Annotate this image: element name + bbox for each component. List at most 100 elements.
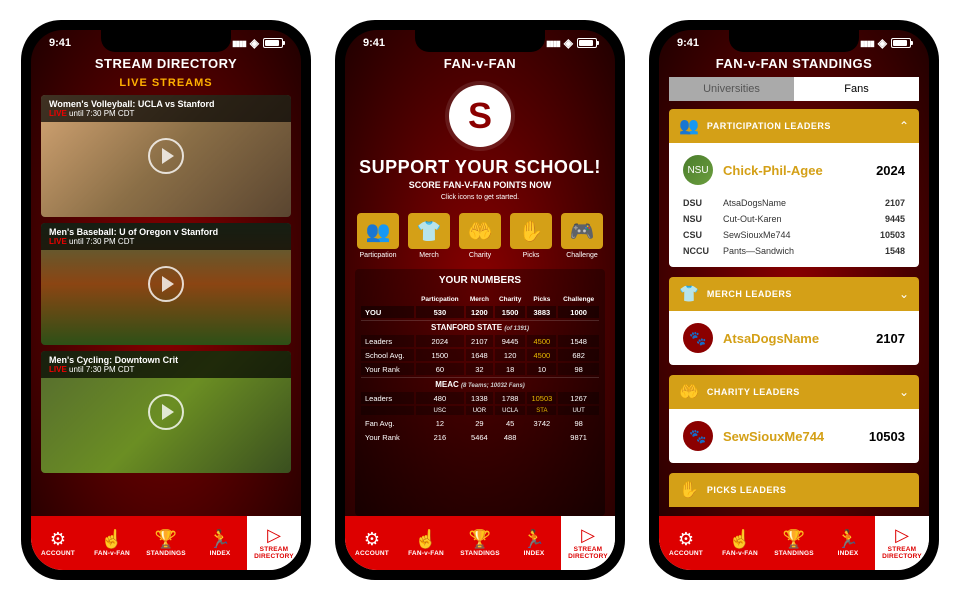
leader-body: NSU Chick-Phil-Agee 2024 DSUAtsaDogsName… <box>669 143 919 267</box>
play-icon[interactable] <box>148 138 184 174</box>
play-icon: ▷ <box>895 526 909 544</box>
phone-frame-3: 9:41 FAN-v-FAN STANDINGS Universities Fa… <box>649 20 939 580</box>
trophy-icon: 🏆 <box>469 530 491 548</box>
play-icon[interactable] <box>148 394 184 430</box>
nav-fanvfan[interactable]: ☝FAN-v-FAN <box>713 516 767 570</box>
avatar: 🐾 <box>683 323 713 353</box>
live-indicator: LIVE <box>49 109 67 118</box>
status-time: 9:41 <box>677 37 699 49</box>
category-participation[interactable]: 👥 Particpation <box>355 213 401 259</box>
numbers-section: YOUR NUMBERS Particpation Merch Charity … <box>355 269 605 516</box>
phone-frame-1: 9:41 STREAM DIRECTORY LIVE STREAMS Women… <box>21 20 311 580</box>
standings-list[interactable]: 👥 PARTICIPATION LEADERS ⌃ NSU Chick-Phil… <box>669 109 919 516</box>
status-time: 9:41 <box>49 37 71 49</box>
nav-account[interactable]: ⚙ACCOUNT <box>31 516 85 570</box>
nav-fanvfan[interactable]: ☝FAN-v-FAN <box>85 516 139 570</box>
stream-card-baseball[interactable]: Men's Baseball: U of Oregon v Stanford L… <box>41 223 291 345</box>
signal-icon <box>546 37 560 49</box>
phone-frame-2: 9:41 FAN-v-FAN S SUPPORT YOUR SCHOOL! SC… <box>335 20 625 580</box>
nav-standings[interactable]: 🏆STANDINGS <box>139 516 193 570</box>
numbers-table: Particpation Merch Charity Picks Challen… <box>359 292 601 445</box>
nav-account[interactable]: ⚙ACCOUNT <box>345 516 399 570</box>
leader-score: 2107 <box>876 331 905 346</box>
nav-label: STANDINGS <box>774 550 814 557</box>
bottom-nav: ⚙ACCOUNT ☝FAN-v-FAN 🏆STANDINGS 🏃INDEX ▷ S… <box>345 516 615 570</box>
table-row: School Avg.150016481204500682 <box>361 349 599 361</box>
tab-fans[interactable]: Fans <box>794 77 919 101</box>
nav-standings[interactable]: 🏆STANDINGS <box>453 516 507 570</box>
stream-card-volleyball[interactable]: Women's Volleyball: UCLA vs Stanford LIV… <box>41 95 291 217</box>
nav-index[interactable]: 🏃INDEX <box>821 516 875 570</box>
list-item[interactable]: CSUSewSiouxMe74410503 <box>677 227 911 243</box>
nav-standings[interactable]: 🏆STANDINGS <box>767 516 821 570</box>
notch <box>415 30 545 52</box>
nav-label: STREAM DIRECTORY <box>568 546 608 560</box>
gear-icon: ⚙ <box>678 530 694 548</box>
you-row: YOU 5301200150038831000 <box>361 306 599 318</box>
list-item[interactable]: DSUAtsaDogsName2107 <box>677 195 911 211</box>
leader-top-row[interactable]: 🐾 AtsaDogsName 2107 <box>677 319 911 357</box>
nav-stream-directory[interactable]: ▷STREAM DIRECTORY <box>875 516 929 570</box>
leader-header[interactable]: ✋ PICKS LEADERS <box>669 473 919 507</box>
table-row: Leaders20242107944545001548 <box>361 335 599 347</box>
list-item[interactable]: NCCUPants—Sandwich1548 <box>677 243 911 259</box>
category-label: Particpation <box>360 252 397 259</box>
tab-universities[interactable]: Universities <box>669 77 794 101</box>
category-merch[interactable]: 👕Merch <box>406 213 452 259</box>
nav-account[interactable]: ⚙ACCOUNT <box>659 516 713 570</box>
finger-icon: ☝ <box>101 530 123 548</box>
live-indicator: LIVE <box>49 365 67 374</box>
chevron-down-icon: ⌄ <box>899 287 909 301</box>
leader-header[interactable]: 🤲 CHARITY LEADERS ⌄ <box>669 375 919 409</box>
category-charity[interactable]: 🤲Charity <box>457 213 503 259</box>
chevron-down-icon: ⌄ <box>899 385 909 399</box>
play-icon: ▷ <box>581 526 595 544</box>
play-icon[interactable] <box>148 266 184 302</box>
leader-body: 🐾 SewSiouxMe744 10503 <box>669 409 919 463</box>
participation-leaders-card: 👥 PARTICIPATION LEADERS ⌃ NSU Chick-Phil… <box>669 109 919 267</box>
phone-screen-1: 9:41 STREAM DIRECTORY LIVE STREAMS Women… <box>31 30 301 570</box>
nav-fanvfan[interactable]: ☝FAN-v-FAN <box>399 516 453 570</box>
nav-index[interactable]: 🏃INDEX <box>507 516 561 570</box>
nav-index[interactable]: 🏃INDEX <box>193 516 247 570</box>
leader-top-row[interactable]: 🐾 SewSiouxMe744 10503 <box>677 417 911 455</box>
merch-leaders-card: 👕 MERCH LEADERS ⌄ 🐾 AtsaDogsName 2107 <box>669 277 919 365</box>
picks-leaders-card: ✋ PICKS LEADERS <box>669 473 919 507</box>
picks-icon: ✋ <box>679 480 699 500</box>
bottom-nav: ⚙ACCOUNT ☝FAN-v-FAN 🏆STANDINGS 🏃INDEX ▷S… <box>31 516 301 570</box>
status-icons <box>232 36 283 50</box>
finger-icon: ☝ <box>729 530 751 548</box>
category-label: Challenge <box>566 252 598 259</box>
phone-screen-3: 9:41 FAN-v-FAN STANDINGS Universities Fa… <box>659 30 929 570</box>
nav-stream-directory[interactable]: ▷ STREAM DIRECTORY <box>561 516 615 570</box>
trophy-icon: 🏆 <box>155 530 177 548</box>
finger-icon: ☝ <box>415 530 437 548</box>
wifi-icon <box>564 36 573 50</box>
avatar: NSU <box>683 155 713 185</box>
stream-card-cycling[interactable]: Men's Cycling: Downtown Crit LIVE until … <box>41 351 291 473</box>
bottom-nav: ⚙ACCOUNT ☝FAN-v-FAN 🏆STANDINGS 🏃INDEX ▷S… <box>659 516 929 570</box>
merch-icon: 👕 <box>679 284 699 304</box>
leader-top-row[interactable]: NSU Chick-Phil-Agee 2024 <box>677 151 911 189</box>
leader-title: CHARITY LEADERS <box>707 387 891 397</box>
leader-header[interactable]: 👥 PARTICIPATION LEADERS ⌃ <box>669 109 919 143</box>
nav-label: STREAM DIRECTORY <box>254 546 294 560</box>
participation-icon: 👥 <box>679 116 699 136</box>
nav-stream-directory[interactable]: ▷STREAM DIRECTORY <box>247 516 301 570</box>
status-time: 9:41 <box>363 37 385 49</box>
notch <box>729 30 859 52</box>
leader-header[interactable]: 👕 MERCH LEADERS ⌄ <box>669 277 919 311</box>
nav-label: INDEX <box>838 550 859 557</box>
fanvfan-content: S SUPPORT YOUR SCHOOL! SCORE FAN-V-FAN P… <box>345 77 615 516</box>
participation-icon: 👥 <box>357 213 399 249</box>
stream-list[interactable]: LIVE STREAMS Women's Volleyball: UCLA vs… <box>31 77 301 516</box>
category-picks[interactable]: ✋Picks <box>508 213 554 259</box>
live-streams-label: LIVE STREAMS <box>41 77 291 89</box>
list-item[interactable]: NSUCut-Out-Karen9445 <box>677 211 911 227</box>
table-row: Fan Avg.122945374298 <box>361 417 599 429</box>
wifi-icon <box>250 36 259 50</box>
leader-score: 10503 <box>869 429 905 444</box>
category-label: Merch <box>419 252 438 259</box>
status-icons <box>546 36 597 50</box>
category-challenge[interactable]: 🎮Challenge <box>559 213 605 259</box>
